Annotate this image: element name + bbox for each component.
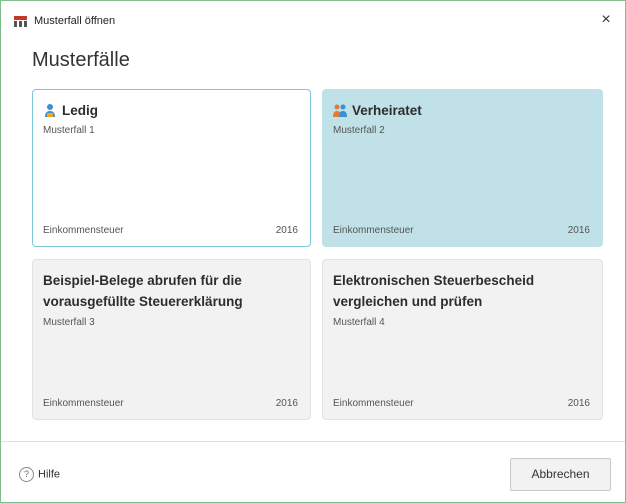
card-year: 2016: [275, 398, 298, 409]
card-category: Einkommensteuer: [43, 225, 124, 236]
card-subtitle: Musterfall 3: [43, 317, 95, 328]
card-subtitle: Musterfall 4: [333, 317, 385, 328]
card-year: 2016: [567, 398, 590, 409]
help-icon: ?: [19, 467, 34, 482]
card-category: Einkommensteuer: [333, 398, 414, 409]
card-title: Verheiratet: [352, 103, 422, 118]
help-label: Hilfe: [38, 468, 61, 481]
card-musterfall-2[interactable]: Verheiratet Musterfall 2 Einkommensteuer…: [322, 89, 603, 247]
card-title: Ledig: [62, 103, 98, 118]
title-bar: Musterfall öffnen ×: [1, 1, 625, 43]
card-category: Einkommensteuer: [333, 225, 414, 236]
couple-icon: [333, 104, 347, 117]
card-year: 2016: [567, 225, 590, 236]
help-link[interactable]: ? Hilfe: [19, 467, 60, 482]
card-musterfall-3[interactable]: Beispiel-Belege abrufen für die vorausge…: [32, 259, 311, 420]
card-subtitle: Musterfall 2: [333, 125, 385, 136]
card-title: Beispiel-Belege abrufen für die vorausge…: [43, 273, 243, 309]
card-musterfall-1[interactable]: Ledig Musterfall 1 Einkommensteuer 2016: [32, 89, 311, 247]
footer-divider: [1, 441, 625, 442]
card-subtitle: Musterfall 1: [43, 125, 95, 136]
card-musterfall-4[interactable]: Elektronischen Steuerbescheid vergleiche…: [322, 259, 603, 420]
single-person-icon: [45, 104, 55, 117]
card-title: Elektronischen Steuerbescheid vergleiche…: [333, 273, 535, 309]
dialog-window: Musterfall öffnen × Musterfälle Ledig Mu…: [0, 0, 626, 503]
card-year: 2016: [275, 225, 298, 236]
close-button[interactable]: ×: [593, 9, 619, 31]
app-icon: [14, 16, 27, 27]
cancel-button[interactable]: Abbrechen: [510, 458, 611, 491]
window-title: Musterfall öffnen: [34, 15, 116, 27]
card-category: Einkommensteuer: [43, 398, 124, 409]
page-title: Musterfälle: [32, 49, 130, 71]
